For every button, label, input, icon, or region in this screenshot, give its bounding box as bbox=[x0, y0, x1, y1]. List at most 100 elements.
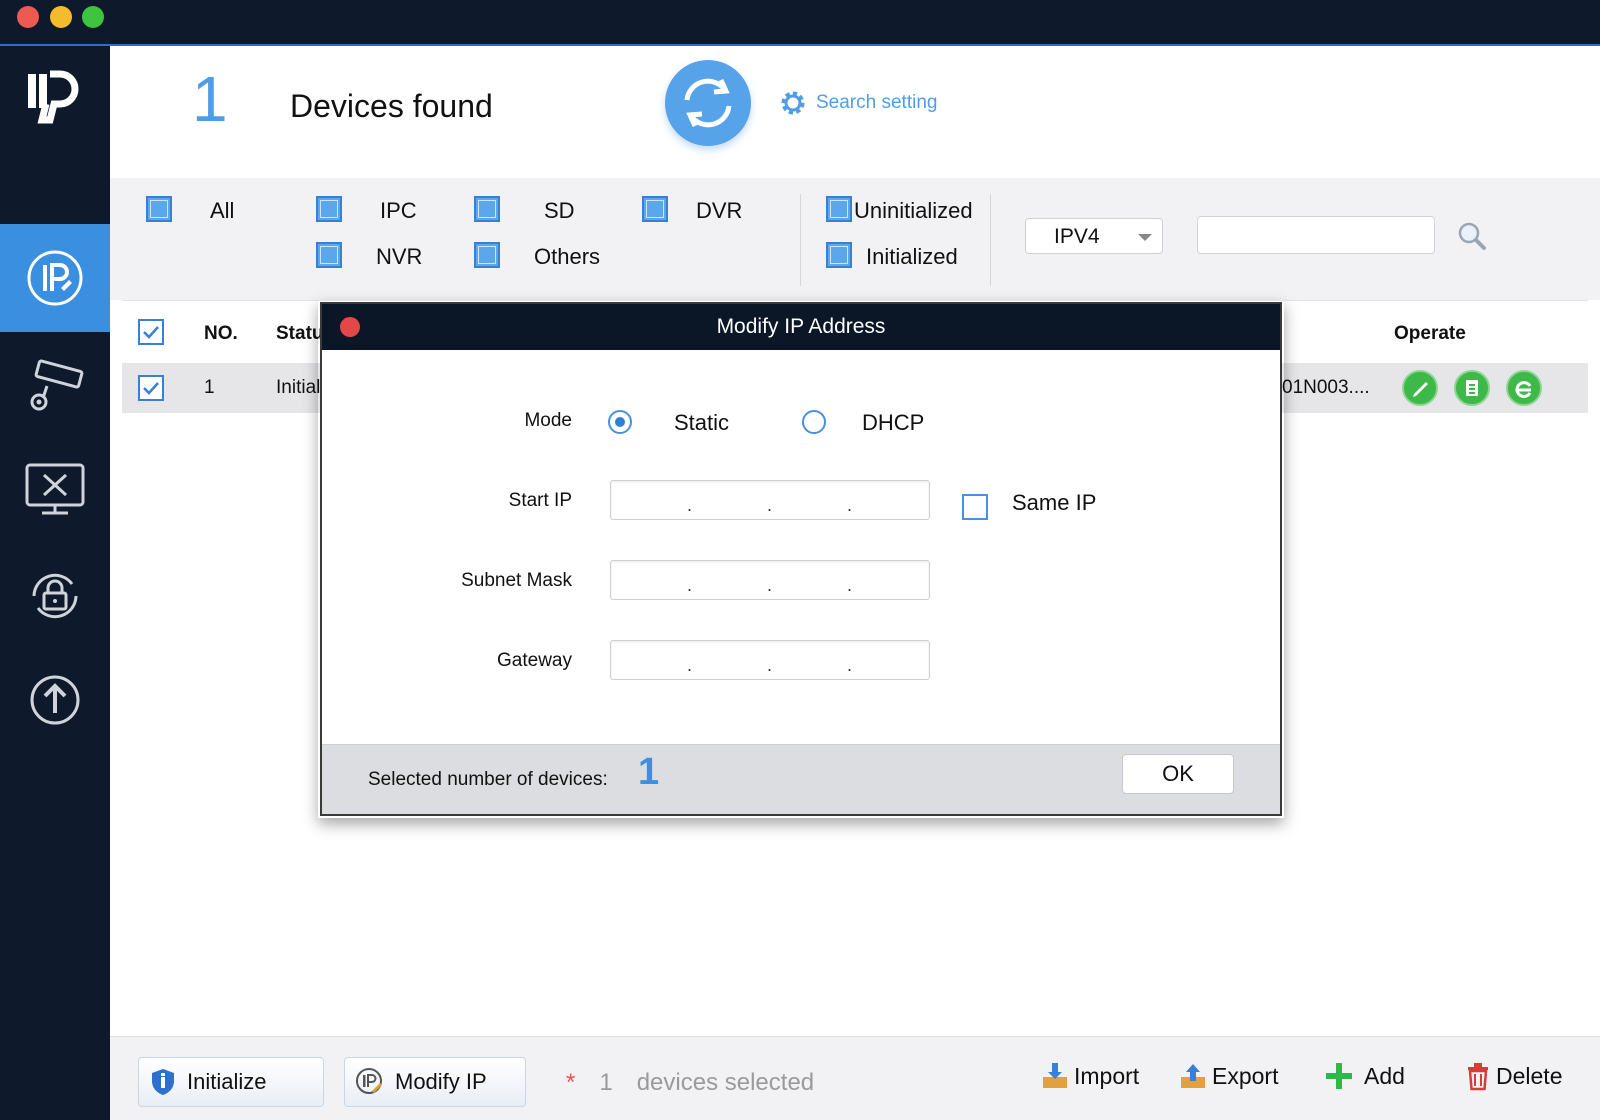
filter-dvr-checkbox[interactable] bbox=[642, 196, 668, 222]
edit-device-button[interactable] bbox=[1402, 370, 1438, 406]
filter-all-checkbox[interactable] bbox=[146, 196, 172, 222]
pencil-icon bbox=[1413, 382, 1428, 397]
gateway-label: Gateway bbox=[497, 650, 572, 671]
close-window-button[interactable] bbox=[17, 6, 39, 28]
ip-icon bbox=[27, 250, 83, 306]
export-button[interactable]: Export bbox=[1178, 1061, 1278, 1091]
devices-selected-count: 1 bbox=[599, 1069, 613, 1096]
tools-monitor-icon bbox=[25, 463, 85, 515]
add-button[interactable]: Add bbox=[1324, 1061, 1405, 1091]
add-label: Add bbox=[1364, 1062, 1405, 1089]
open-web-button[interactable] bbox=[1506, 370, 1542, 406]
modify-ip-dialog: Modify IP Address Mode Static DHCP Start… bbox=[320, 302, 1282, 816]
ip-dot: . bbox=[767, 655, 773, 675]
refresh-search-button[interactable] bbox=[665, 60, 751, 146]
column-status: Statu bbox=[276, 323, 324, 344]
ip-dot: . bbox=[847, 655, 853, 675]
dialog-titlebar: Modify IP Address bbox=[322, 304, 1280, 350]
modify-ip-label: Modify IP bbox=[395, 1069, 487, 1094]
import-icon bbox=[1043, 1063, 1067, 1088]
subnet-mask-input[interactable]: . . . bbox=[610, 560, 930, 600]
mode-static-radio[interactable] bbox=[608, 410, 632, 434]
search-header: 1 Devices found Search setting bbox=[110, 48, 1600, 178]
devices-found-count: 1 bbox=[192, 63, 228, 135]
filter-ipc-label: IPC bbox=[380, 198, 417, 223]
devices-selected-info: * 1 devices selected bbox=[566, 1069, 814, 1097]
filter-initialized-checkbox[interactable] bbox=[826, 242, 852, 268]
ip-version-select[interactable]: IPV4 bbox=[1025, 218, 1163, 254]
modify-ip-icon bbox=[356, 1068, 382, 1094]
dialog-footer: Selected number of devices: 1 OK bbox=[322, 744, 1280, 814]
import-label: Import bbox=[1074, 1062, 1140, 1089]
minimize-window-button[interactable] bbox=[50, 6, 72, 28]
ip-version-value: IPV4 bbox=[1054, 225, 1100, 248]
filter-initialized-label: Initialized bbox=[866, 244, 958, 269]
initialize-button[interactable]: Initialize bbox=[138, 1057, 324, 1107]
start-ip-input[interactable]: . . . bbox=[610, 480, 930, 520]
filter-others-label: Others bbox=[534, 244, 601, 269]
sidebar-item-device-config[interactable] bbox=[0, 332, 110, 440]
mode-dhcp-radio[interactable] bbox=[802, 410, 826, 434]
mode-label: Mode bbox=[524, 410, 572, 431]
ip-dot: . bbox=[847, 495, 853, 515]
export-icon bbox=[1181, 1064, 1205, 1088]
subnet-mask-label: Subnet Mask bbox=[461, 570, 572, 591]
lock-refresh-icon bbox=[32, 573, 78, 619]
delete-label: Delete bbox=[1496, 1062, 1563, 1089]
import-button[interactable]: Import bbox=[1040, 1061, 1139, 1091]
filter-others-checkbox[interactable] bbox=[474, 242, 500, 268]
sidebar-item-tools[interactable] bbox=[0, 436, 110, 544]
same-ip-checkbox[interactable] bbox=[962, 494, 988, 520]
row-checkbox[interactable] bbox=[138, 375, 164, 401]
mode-static-label: Static bbox=[674, 410, 730, 435]
filter-divider bbox=[800, 194, 801, 286]
browser-e-icon bbox=[1515, 381, 1532, 398]
modify-ip-button[interactable]: Modify IP bbox=[344, 1057, 526, 1107]
filter-uninitialized-label: Uninitialized bbox=[854, 198, 973, 223]
column-no: NO. bbox=[204, 323, 238, 344]
filter-bar: All IPC SD DVR NVR Others Uninitialized … bbox=[110, 178, 1600, 300]
ip-dot: . bbox=[687, 575, 693, 595]
export-label: Export bbox=[1212, 1062, 1279, 1089]
mode-dhcp-label: DHCP bbox=[862, 410, 925, 435]
start-ip-label: Start IP bbox=[508, 490, 572, 511]
delete-button[interactable]: Delete bbox=[1464, 1061, 1562, 1091]
gateway-input[interactable]: . . . bbox=[610, 640, 930, 680]
device-details-button[interactable] bbox=[1454, 370, 1490, 406]
dialog-close-button[interactable] bbox=[340, 317, 360, 337]
dialog-title: Modify IP Address bbox=[716, 315, 886, 338]
checkmark-icon bbox=[143, 326, 159, 339]
ip-dot: . bbox=[687, 655, 693, 675]
filter-ipc-checkbox[interactable] bbox=[316, 196, 342, 222]
ip-dot: . bbox=[767, 575, 773, 595]
refresh-icon bbox=[684, 78, 732, 128]
ip-dot: . bbox=[687, 495, 693, 515]
plus-icon bbox=[1326, 1063, 1352, 1089]
filter-sd-checkbox[interactable] bbox=[474, 196, 500, 222]
row-status: Initial bbox=[276, 377, 321, 398]
checkmark-icon bbox=[143, 382, 159, 395]
gear-icon bbox=[781, 91, 805, 115]
sidebar-item-upgrade[interactable] bbox=[0, 646, 110, 754]
filter-divider bbox=[990, 194, 991, 286]
filter-uninitialized-checkbox[interactable] bbox=[826, 196, 852, 222]
zoom-window-button[interactable] bbox=[82, 6, 104, 28]
ok-button[interactable]: OK bbox=[1122, 754, 1234, 794]
shield-icon bbox=[152, 1069, 174, 1095]
ip-dot: . bbox=[847, 575, 853, 595]
app-logo-icon bbox=[28, 70, 79, 124]
ip-dot: . bbox=[767, 495, 773, 515]
sidebar-item-ip-search[interactable] bbox=[0, 224, 110, 332]
trash-icon bbox=[1468, 1063, 1488, 1091]
filter-nvr-checkbox[interactable] bbox=[316, 242, 342, 268]
search-setting-link[interactable]: Search setting bbox=[778, 88, 937, 118]
filter-nvr-label: NVR bbox=[376, 244, 423, 269]
row-model: 01N003.... bbox=[1282, 377, 1370, 398]
sidebar-item-password-reset[interactable] bbox=[0, 542, 110, 650]
select-all-checkbox[interactable] bbox=[138, 319, 164, 345]
filter-all-label: All bbox=[210, 198, 235, 223]
selected-devices-label: Selected number of devices: bbox=[368, 769, 608, 790]
column-operate: Operate bbox=[1394, 323, 1466, 344]
search-icon[interactable] bbox=[1456, 220, 1488, 252]
device-search-input[interactable] bbox=[1197, 216, 1435, 254]
